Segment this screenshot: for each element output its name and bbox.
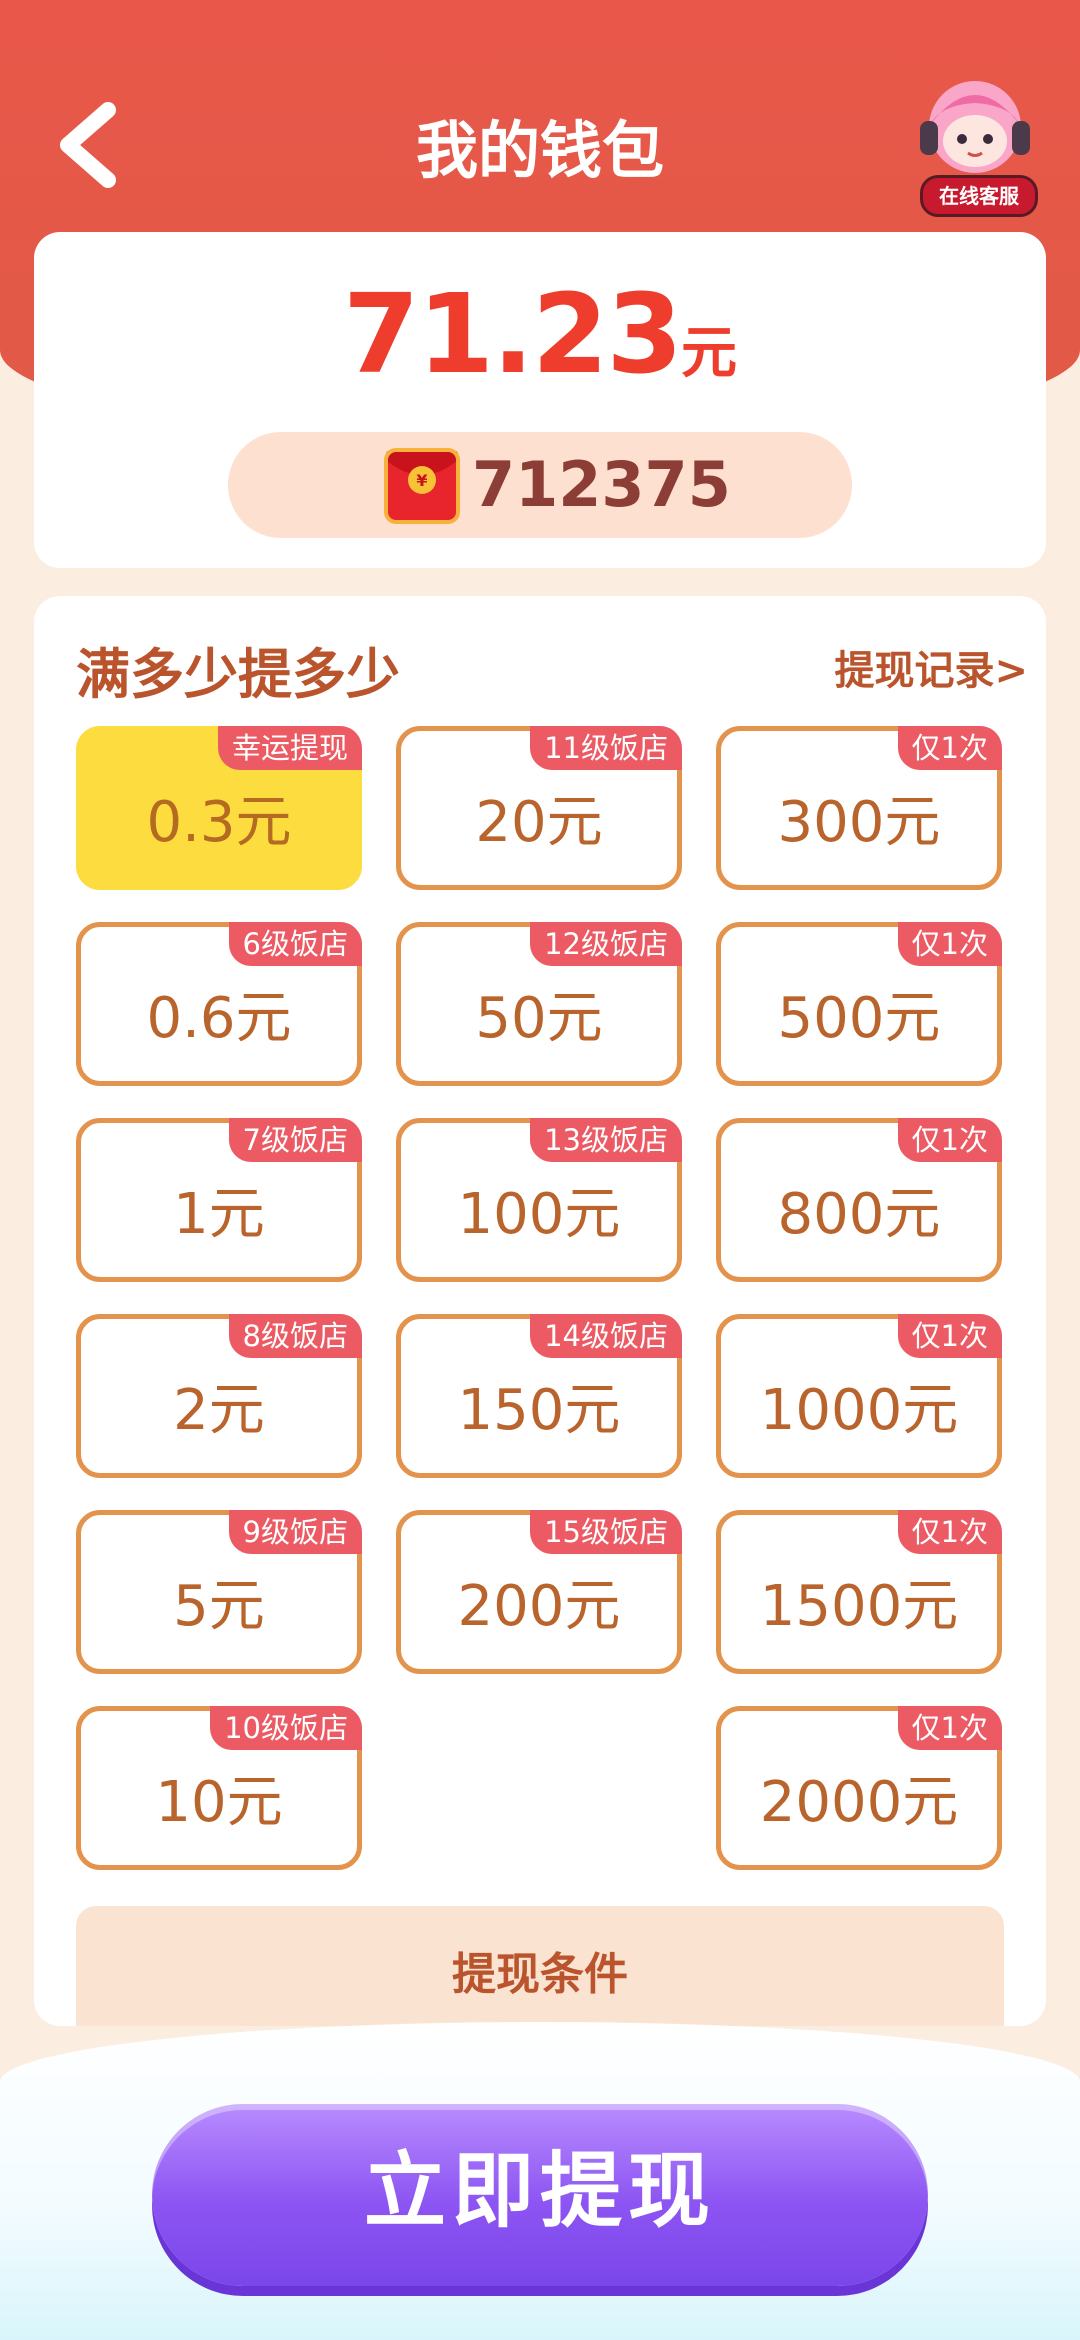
balance-unit: 元 xyxy=(680,321,737,386)
option-tag: 仅1次 xyxy=(897,1706,1002,1750)
option-tag: 仅1次 xyxy=(897,1314,1002,1358)
option-amount: 150元 xyxy=(457,1378,621,1443)
balance-amount: 71.23元 xyxy=(34,270,1046,398)
withdraw-option-tile[interactable]: 10级饭店 10元 xyxy=(76,1706,362,1870)
option-tag: 12级饭店 xyxy=(530,922,682,966)
customer-service-avatar-icon xyxy=(920,81,1030,173)
option-tag: 8级饭店 xyxy=(228,1314,362,1358)
option-amount: 0.6元 xyxy=(146,986,292,1051)
withdraw-option-tile[interactable]: 8级饭店 2元 xyxy=(76,1314,362,1478)
option-amount: 1500元 xyxy=(759,1574,959,1639)
withdraw-option-tile[interactable]: 幸运提现 0.3元 xyxy=(76,726,362,890)
option-tag: 仅1次 xyxy=(897,726,1002,770)
option-tag: 13级饭店 xyxy=(530,1118,682,1162)
option-tag: 11级饭店 xyxy=(530,726,682,770)
option-amount: 1元 xyxy=(173,1182,265,1247)
withdraw-option-tile[interactable]: 9级饭店 5元 xyxy=(76,1510,362,1674)
withdraw-option-tile[interactable]: 仅1次 800元 xyxy=(716,1118,1002,1282)
balance-number: 71.23 xyxy=(343,270,683,398)
option-amount: 100元 xyxy=(457,1182,621,1247)
option-amount: 800元 xyxy=(777,1182,941,1247)
withdraw-option-tile[interactable]: 14级饭店 150元 xyxy=(396,1314,682,1478)
option-amount: 200元 xyxy=(457,1574,621,1639)
option-amount: 20元 xyxy=(475,790,603,855)
option-amount: 50元 xyxy=(475,986,603,1051)
withdraw-record-label: 提现记录 xyxy=(834,648,995,694)
withdraw-option-tile[interactable]: 11级饭店 20元 xyxy=(396,726,682,890)
customer-service-label: 在线客服 xyxy=(920,175,1038,217)
withdraw-option-tile[interactable]: 仅1次 2000元 xyxy=(716,1706,1002,1870)
option-amount: 300元 xyxy=(777,790,941,855)
withdraw-option-tile[interactable]: 6级饭店 0.6元 xyxy=(76,922,362,1086)
balance-card: 71.23元 ¥ 712375 xyxy=(34,232,1046,568)
red-packet-icon: ¥ xyxy=(384,448,460,524)
option-amount: 0.3元 xyxy=(146,790,292,855)
option-amount: 2元 xyxy=(173,1378,265,1443)
withdraw-now-button[interactable]: 立即提现 xyxy=(152,2104,928,2286)
option-tag: 14级饭店 xyxy=(530,1314,682,1358)
coin-balance-pill: ¥ 712375 xyxy=(228,432,852,538)
chevron-right-icon: > xyxy=(994,648,1028,694)
withdraw-option-tile[interactable]: 仅1次 1000元 xyxy=(716,1314,1002,1478)
option-amount: 500元 xyxy=(777,986,941,1051)
option-amount: 1000元 xyxy=(759,1378,959,1443)
option-tag: 15级饭店 xyxy=(530,1510,682,1554)
option-tag: 7级饭店 xyxy=(228,1118,362,1162)
withdraw-option-tile[interactable]: 仅1次 1500元 xyxy=(716,1510,1002,1674)
option-tag: 10级饭店 xyxy=(210,1706,362,1750)
option-amount: 2000元 xyxy=(759,1770,959,1835)
withdraw-record-link[interactable]: 提现记录> xyxy=(834,638,1028,696)
option-tag: 6级饭店 xyxy=(228,922,362,966)
withdraw-option-tile[interactable]: 13级饭店 100元 xyxy=(396,1118,682,1282)
svg-text:¥: ¥ xyxy=(416,471,427,490)
withdraw-options-panel: 满多少提多少 提现记录> 幸运提现 0.3元 11级饭店 20元 仅1次 300… xyxy=(34,596,1046,2026)
option-tag: 仅1次 xyxy=(897,1118,1002,1162)
option-amount: 10元 xyxy=(155,1770,283,1835)
option-tag: 幸运提现 xyxy=(217,726,362,770)
withdraw-conditions-box: 提现条件 xyxy=(76,1906,1004,2026)
option-tag: 9级饭店 xyxy=(228,1510,362,1554)
option-tag: 仅1次 xyxy=(897,922,1002,966)
withdraw-option-tile[interactable]: 仅1次 500元 xyxy=(716,922,1002,1086)
panel-title: 满多少提多少 xyxy=(76,643,400,706)
withdraw-option-tile[interactable]: 7级饭店 1元 xyxy=(76,1118,362,1282)
option-tag: 仅1次 xyxy=(897,1510,1002,1554)
withdraw-option-tile[interactable]: 仅1次 300元 xyxy=(716,726,1002,890)
coin-balance-value: 712375 xyxy=(472,448,731,521)
customer-service-button[interactable]: 在线客服 xyxy=(910,75,1040,217)
conditions-title: 提现条件 xyxy=(452,1949,628,2000)
option-amount: 5元 xyxy=(173,1574,265,1639)
withdraw-option-tile[interactable]: 12级饭店 50元 xyxy=(396,922,682,1086)
withdraw-option-tile[interactable]: 15级饭店 200元 xyxy=(396,1510,682,1674)
